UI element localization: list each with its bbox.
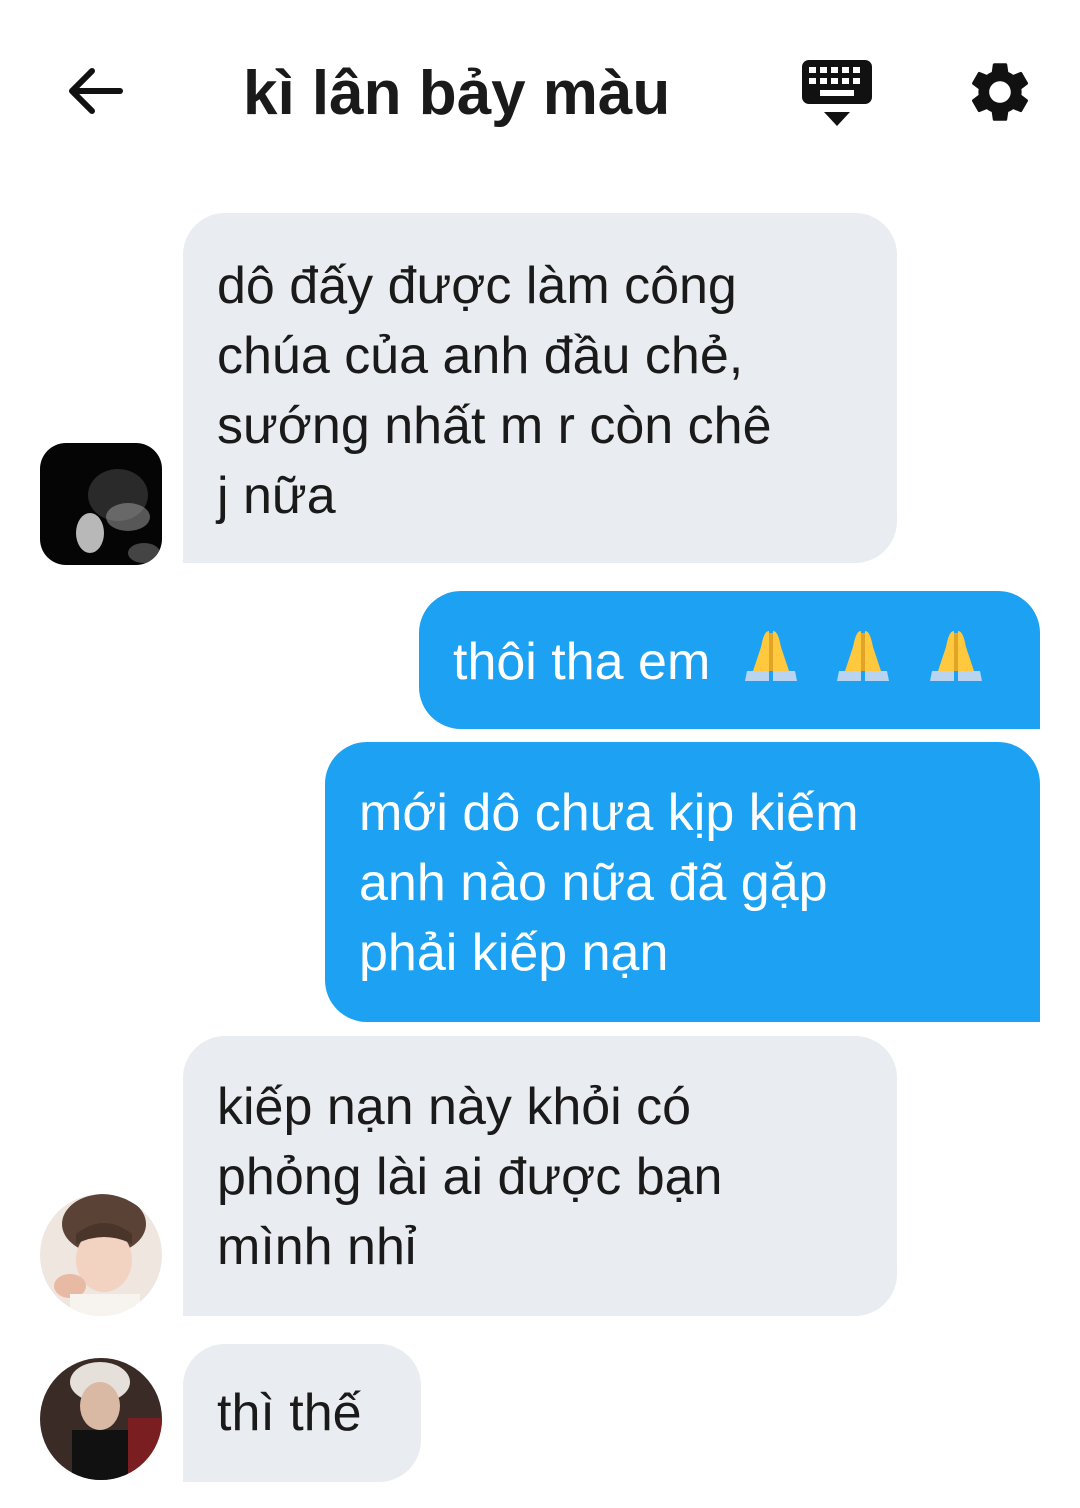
message-line: kiếp nạn này khỏi có [217, 1078, 692, 1136]
folded-hands-emoji-2 [837, 631, 890, 681]
back-button[interactable] [62, 58, 128, 124]
avatar-photo-mixed [40, 1358, 162, 1480]
message-line: chúa của anh đầu chẻ, [217, 327, 744, 385]
message-bubble-incoming[interactable]: thì thế [183, 1344, 421, 1482]
message-line: mình nhỉ [217, 1218, 417, 1276]
message-line: phải kiếp nạn [359, 924, 669, 982]
message-line: thì thế [217, 1384, 362, 1442]
message-bubble-outgoing[interactable]: mới dô chưa kịp kiếm anh nào nữa đã gặp … [325, 742, 1040, 1022]
chat-title: kì lân bảy màu [243, 59, 671, 128]
keyboard-icon [802, 60, 872, 126]
chat-header: kì lân bảy màu [0, 0, 1080, 180]
message-line: sướng nhất m r còn chê [217, 397, 772, 455]
message-line: dô đấy được làm công [217, 257, 737, 315]
avatar[interactable] [40, 1358, 162, 1480]
message-line: anh nào nữa đã gặp [359, 854, 828, 912]
gear-icon [971, 63, 1029, 121]
message-line: j nữa [217, 467, 336, 525]
message-bubble-incoming[interactable]: dô đấy được làm công chúa của anh đầu ch… [183, 213, 897, 563]
message-bubble-incoming[interactable]: kiếp nạn này khỏi có phỏng lài ai được b… [183, 1036, 897, 1316]
settings-button[interactable] [964, 56, 1036, 128]
keyboard-button[interactable] [800, 58, 874, 130]
folded-hands-emoji-3 [929, 631, 982, 681]
message-line: phỏng lài ai được bạn [217, 1148, 723, 1206]
message-bubble-outgoing[interactable]: thôi tha em [419, 591, 1040, 729]
arrow-left-icon [69, 68, 123, 114]
avatar[interactable] [40, 1194, 162, 1316]
folded-hands-emoji-1 [744, 631, 797, 681]
message-line: thôi tha em [453, 633, 711, 691]
chat-screen: kì lân bảy màu dô đấy được làm công chúa… [0, 0, 1080, 1508]
avatar[interactable] [40, 443, 162, 565]
avatar-photo-dark [40, 443, 162, 565]
message-line: mới dô chưa kịp kiếm [359, 784, 859, 842]
avatar-photo-light [40, 1194, 162, 1316]
